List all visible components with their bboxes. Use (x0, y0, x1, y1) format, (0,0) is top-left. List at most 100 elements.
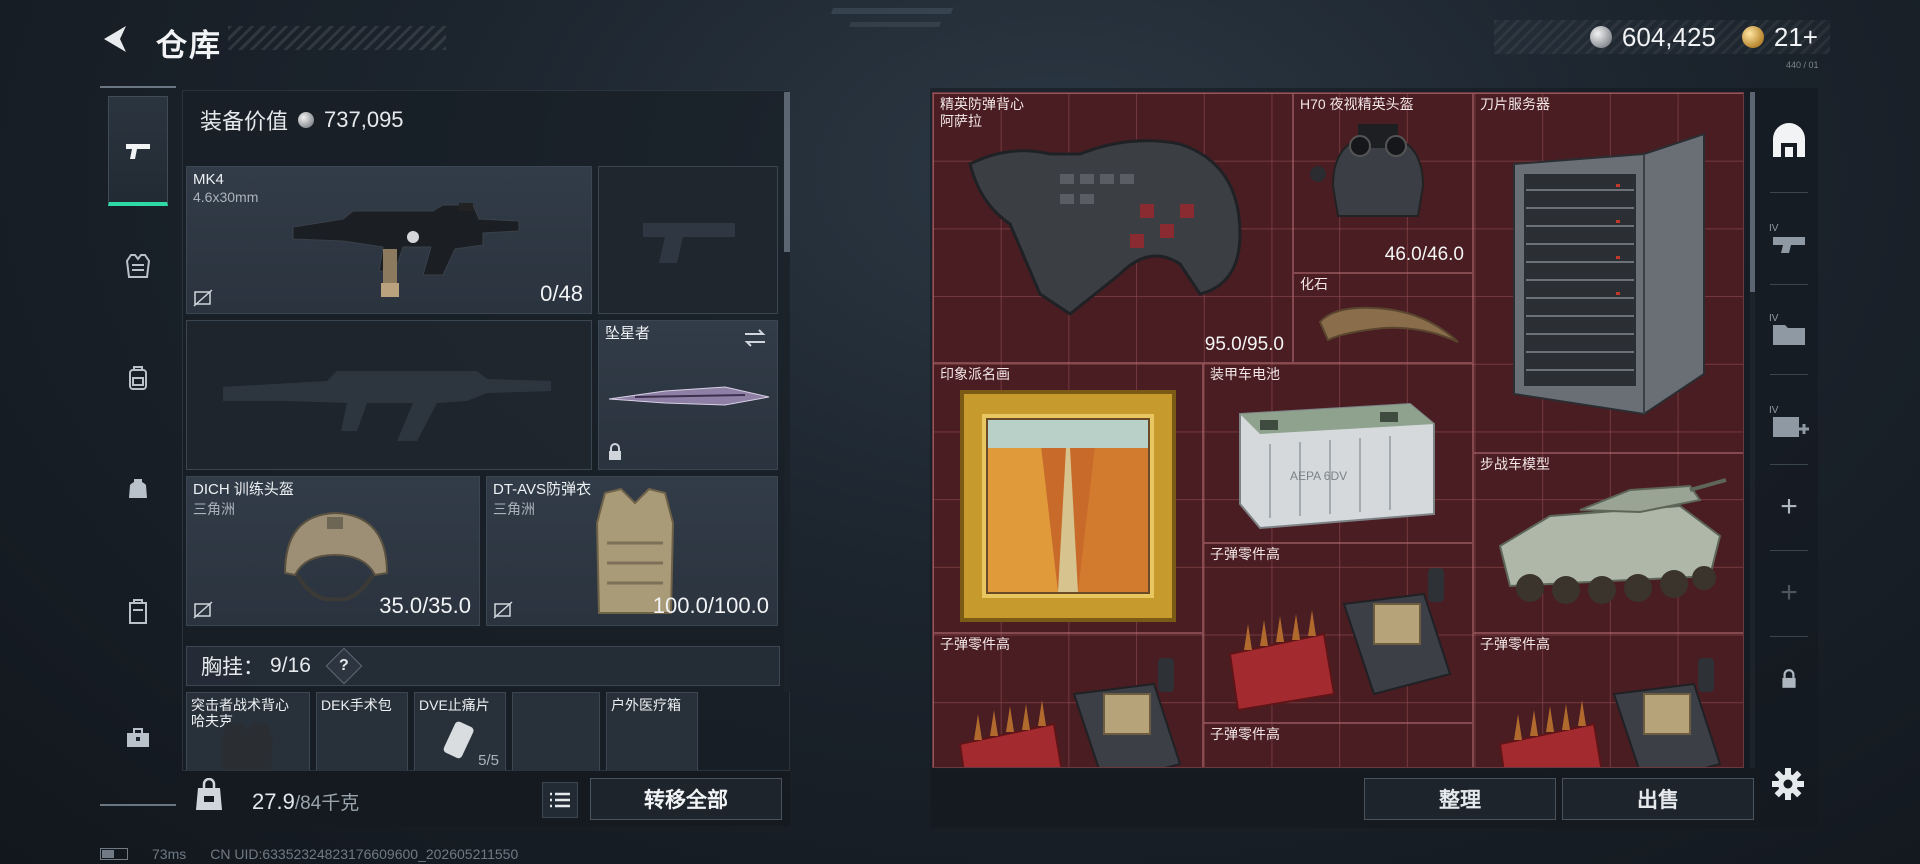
helmet-origin: 三角洲 (193, 501, 235, 517)
stash-item[interactable]: 装甲车电池 AEPA 6DV (1203, 363, 1473, 543)
silver-coin-icon (298, 112, 315, 128)
rifle-image (292, 203, 520, 297)
sort-button[interactable]: 整理 (1364, 778, 1556, 820)
sell-button[interactable]: 出售 (1562, 778, 1754, 820)
silver-coin-icon (1589, 26, 1612, 48)
rig-item-count: 5/5 (478, 752, 499, 769)
rig-item-name: 户外医疗箱 (611, 697, 681, 713)
weapon-storage-icon: IV (1769, 223, 1805, 253)
item-name: 精英防弹背心 (940, 96, 1024, 112)
weapon-ammo: 0/48 (540, 281, 583, 306)
transfer-all-button[interactable]: 转移全部 (590, 778, 782, 820)
tab-medkit[interactable] (108, 708, 168, 768)
svg-text:IV: IV (1769, 313, 1779, 324)
list-icon (550, 792, 570, 808)
tab-pouch[interactable] (108, 458, 168, 518)
tab-container[interactable] (108, 582, 168, 642)
list-view-button[interactable] (542, 782, 578, 818)
swap-icon[interactable] (743, 329, 767, 347)
tab-armor[interactable] (108, 236, 168, 296)
tab-stash-folder[interactable]: IV (1760, 294, 1818, 364)
battery-text: AEPA 6DV (1290, 469, 1347, 483)
tab-stash-medical[interactable]: IV (1760, 386, 1818, 456)
gold-coin-icon (1741, 26, 1764, 48)
helmet-slot[interactable]: DICH 训练头盔 三角洲 35.0/35.0 (186, 476, 480, 626)
help-icon[interactable]: ? (325, 647, 363, 685)
rig-item-slot[interactable]: 户外医疗箱 (606, 692, 698, 774)
vest-icon (125, 254, 151, 278)
tab-weapons[interactable] (108, 96, 168, 206)
tab-backpack[interactable] (108, 348, 168, 408)
folder-icon: IV (1769, 313, 1805, 345)
knife-image (608, 386, 770, 406)
armor-name: DT-AVS防弹衣 (493, 481, 592, 498)
rig-item-name: DVE止痛片 (419, 697, 490, 713)
stash-tab-column: IV IV IV + + (1760, 88, 1818, 828)
stash-item[interactable]: 子弹零件高 (933, 633, 1203, 767)
helmet-name: DICH 训练头盔 (193, 481, 294, 498)
loadout-scrollbar[interactable] (784, 92, 790, 692)
add-stash-tab-button-disabled: + (1760, 558, 1818, 628)
rig-item-slot[interactable]: 突击者战术背心 哈夫克 (186, 692, 310, 774)
medical-storage-icon: IV (1769, 405, 1809, 437)
no-insure-icon (193, 289, 213, 307)
item-name: 子弹零件高 (940, 636, 1010, 652)
helmet-durability: 35.0/35.0 (379, 593, 471, 618)
currency-sub-label: 440 / 01 (1786, 60, 1819, 70)
pouch-icon (129, 479, 147, 498)
pistol-icon (126, 143, 150, 159)
stash-item[interactable]: 化石 (1293, 273, 1473, 363)
background-decoration (830, 8, 954, 14)
settings-button[interactable] (1766, 762, 1810, 806)
equipment-value-row: 装备价值 737,095 (200, 104, 404, 136)
item-name: 子弹零件高 (1480, 636, 1550, 652)
battery-icon (100, 848, 128, 860)
rig-capacity: 9/16 (270, 654, 311, 677)
nv-helmet-image (1310, 124, 1425, 217)
tab-stash-weapons[interactable]: IV (1760, 204, 1818, 274)
stash-item[interactable]: 刀片服务器 (1473, 93, 1743, 453)
stash-item[interactable]: 步战车模型 (1473, 453, 1743, 633)
stash-house-icon (1773, 123, 1805, 157)
loadout-tab-column (100, 86, 176, 806)
lock-icon (1782, 669, 1796, 688)
ifv-model-image (1498, 478, 1727, 604)
stash-item[interactable]: 印象派名画 (933, 363, 1203, 633)
item-name: 步战车模型 (1480, 456, 1550, 472)
plus-icon: + (1780, 490, 1798, 523)
item-name: H70 夜视精英头盔 (1300, 96, 1414, 112)
stash-item[interactable]: 子弹零件高 (1473, 633, 1743, 767)
primary-weapon-slot[interactable]: MK4 4.6x30mm 0/48 (186, 166, 592, 314)
ammo-parts-image (1228, 568, 1452, 712)
plus-icon: + (1780, 576, 1798, 609)
secondary-weapon-slot[interactable] (598, 166, 778, 314)
svg-text:IV: IV (1769, 223, 1779, 234)
armor-durability: 100.0/100.0 (652, 593, 769, 618)
stash-item[interactable]: 子弹零件高 (1203, 723, 1473, 767)
pistol-silhouette-icon (643, 223, 735, 263)
chest-rig-bar[interactable]: 胸挂： 9/16 ? (186, 646, 780, 686)
rig-item-slot[interactable]: DVE止痛片 5/5 (414, 692, 506, 774)
background-decoration (849, 22, 941, 27)
stash-item[interactable]: H70 夜视精英头盔 46.0/46.0 (1293, 93, 1473, 273)
weapon-caliber: 4.6x30mm (193, 189, 259, 205)
ping-value: 73ms (152, 846, 187, 862)
back-arrow-icon[interactable] (98, 22, 132, 56)
lock-icon (609, 443, 621, 460)
tab-main-stash[interactable] (1760, 106, 1818, 176)
melee-slot[interactable]: 坠星者 (598, 320, 778, 470)
rifle-silhouette-icon (223, 371, 551, 441)
rig-item-slot[interactable]: DEK手术包 (316, 692, 408, 774)
armor-slot[interactable]: DT-AVS防弹衣 三角洲 100.0/100.0 (486, 476, 778, 626)
currency-secondary-value[interactable]: 21+ (1774, 22, 1818, 53)
rig-item-slot[interactable] (512, 692, 600, 774)
item-name: 化石 (1300, 276, 1328, 292)
stash-item[interactable]: 子弹零件高 (1203, 543, 1473, 723)
secondary-rifle-slot[interactable] (186, 320, 592, 470)
server-image (1513, 132, 1705, 416)
stash-item[interactable]: 精英防弹背心 阿萨拉 95.0/95.0 (933, 93, 1293, 363)
add-stash-tab-button[interactable]: + (1760, 472, 1818, 542)
item-name: 刀片服务器 (1480, 96, 1550, 112)
currency-bar: 604,425 21+ (1494, 20, 1830, 54)
stash-scrollbar[interactable] (1750, 92, 1755, 768)
